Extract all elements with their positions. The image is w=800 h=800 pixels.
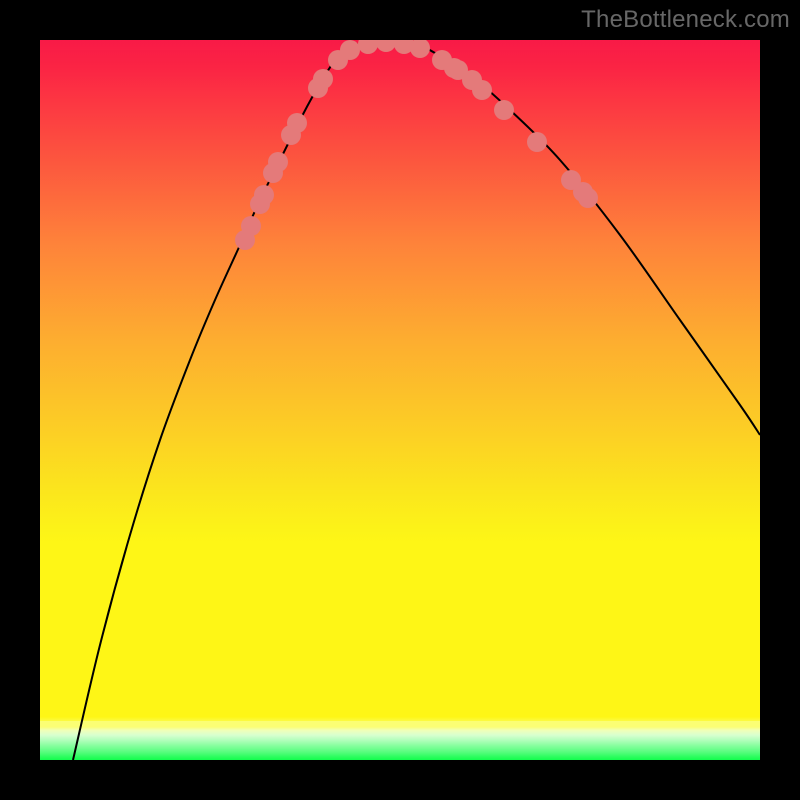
marker-dot: [527, 132, 547, 152]
marker-dot: [410, 40, 430, 58]
bottleneck-curve-path: [73, 41, 760, 760]
marker-dot: [376, 40, 396, 52]
marker-dot: [472, 80, 492, 100]
chart-overlay-svg: [40, 40, 760, 760]
marker-dot: [578, 188, 598, 208]
watermark-label: TheBottleneck.com: [581, 6, 790, 34]
marker-dot: [287, 113, 307, 133]
chart-container: TheBottleneck.com: [0, 0, 800, 800]
plot-area: [40, 40, 760, 760]
marker-dot: [340, 40, 360, 60]
marker-dot: [254, 185, 274, 205]
highlighted-points: [235, 40, 598, 250]
marker-dot: [358, 40, 378, 54]
marker-dot: [268, 152, 288, 172]
marker-dot: [313, 69, 333, 89]
marker-dot: [241, 216, 261, 236]
bottleneck-curve: [73, 41, 760, 760]
marker-dot: [494, 100, 514, 120]
